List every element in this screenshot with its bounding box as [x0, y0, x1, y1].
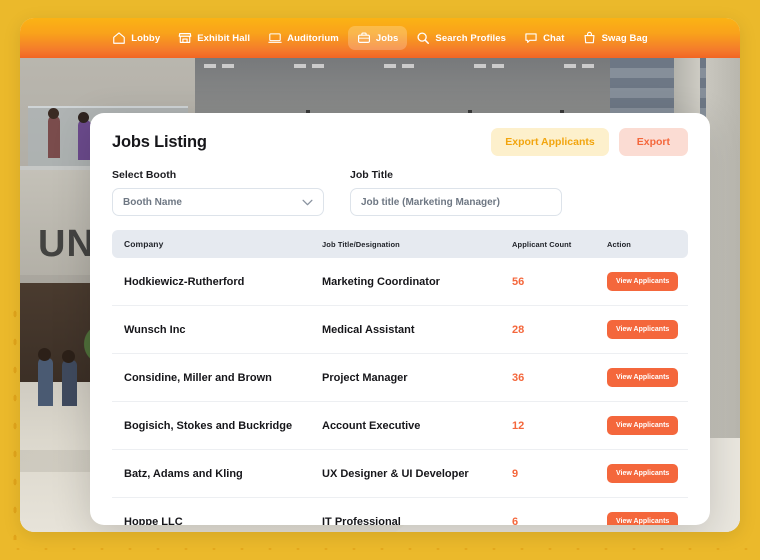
booth-select[interactable]: Booth Name [112, 188, 324, 216]
app-card: Lobby Exhibit Hall Auditorium Jobs Search Pr… [20, 18, 740, 532]
jobs-table: Company Job Title/Designation Applicant … [112, 230, 688, 525]
briefcase-icon [357, 31, 371, 45]
view-applicants-button[interactable]: View Applicants [607, 368, 679, 387]
nav-item-label: Swag Bag [601, 32, 648, 44]
nav-item-auditorium[interactable]: Auditorium [259, 26, 348, 50]
select-booth-label: Select Booth [112, 169, 177, 181]
nav-item-label: Lobby [131, 32, 161, 44]
cell-company: Wunsch Inc [112, 305, 322, 354]
booth-select-value: Booth Name [123, 196, 182, 208]
cell-job-title: Medical Assistant [322, 305, 512, 354]
jobs-table-head: Company Job Title/Designation Applicant … [112, 230, 688, 258]
decorative-dots-left [6, 300, 20, 540]
select-booth-field: Select Booth Booth Name [112, 169, 324, 216]
nav-item-label: Chat [543, 32, 565, 44]
cell-company: Batz, Adams and Kling [112, 449, 322, 498]
cell-job-title: Account Executive [322, 401, 512, 450]
table-row: Hoppe LLC IT Professional 6 View Applicants [112, 498, 688, 526]
nav-item-label: Jobs [375, 32, 399, 44]
view-applicants-button[interactable]: View Applicants [607, 464, 679, 483]
column-header-applicant-count: Applicant Count [512, 239, 572, 249]
nav-item-label: Exhibit Hall [197, 32, 251, 44]
cell-job-title: Marketing Coordinator [322, 258, 512, 306]
chat-bubble-icon [524, 31, 538, 45]
store-icon [178, 31, 192, 45]
table-row: Batz, Adams and Kling UX Designer & UI De… [112, 449, 688, 498]
table-header-row: Company Job Title/Designation Applicant … [112, 230, 688, 258]
jobs-table-body: Hodkiewicz-Rutherford Marketing Coordinat… [112, 258, 688, 525]
cell-job-title: IT Professional [322, 515, 401, 526]
cell-action: View Applicants [607, 498, 688, 525]
view-applicants-button[interactable]: View Applicants [607, 416, 679, 435]
cell-applicant-count: 28 [512, 305, 607, 354]
table-row: Bogisich, Stokes and Buckridge Account Ex… [112, 401, 688, 450]
page-title: Jobs Listing [112, 132, 207, 151]
job-title-input[interactable] [361, 196, 551, 208]
job-title-input-wrap[interactable] [350, 188, 562, 216]
table-row: Considine, Miller and Brown Project Manag… [112, 353, 688, 402]
cell-action: View Applicants [607, 353, 688, 402]
decorative-dots-bottom [0, 540, 760, 554]
header-actions: Export Applicants Export [491, 128, 688, 156]
bag-icon [583, 31, 597, 45]
cell-company: Considine, Miller and Brown [112, 353, 322, 402]
cell-action: View Applicants [607, 305, 688, 354]
export-button[interactable]: Export [618, 128, 688, 156]
job-title-field: Job Title [350, 169, 562, 216]
filter-form: Select Booth Booth Name Job Title [90, 157, 710, 216]
nav-item-label: Search Profiles [435, 32, 507, 44]
modal-header: Jobs Listing Export Applicants Export [90, 113, 710, 157]
nav-item-swag-bag[interactable]: Swag Bag [574, 26, 657, 50]
cell-applicant-count: 6 [512, 515, 519, 526]
export-applicants-button[interactable]: Export Applicants [491, 128, 609, 156]
job-title-label: Job Title [350, 169, 393, 181]
nav-item-jobs[interactable]: Jobs [347, 26, 408, 50]
cell-job-title: Project Manager [322, 353, 512, 402]
nav-item-label: Auditorium [287, 32, 339, 44]
table-row: Hodkiewicz-Rutherford Marketing Coordinat… [112, 258, 688, 306]
view-applicants-button[interactable]: View Applicants [607, 320, 679, 339]
view-applicants-button[interactable]: View Applicants [607, 512, 679, 525]
nav-item-search-profiles[interactable]: Search Profiles [407, 26, 515, 50]
nav-item-lobby[interactable]: Lobby [103, 26, 169, 50]
cell-action: View Applicants [607, 401, 688, 450]
jobs-table-wrap: Company Job Title/Designation Applicant … [90, 216, 710, 525]
nav-item-chat[interactable]: Chat [515, 26, 574, 50]
cell-job-title: UX Designer & UI Developer [322, 449, 512, 498]
cell-applicant-count: 9 [512, 449, 607, 498]
main-navbar: Lobby Exhibit Hall Auditorium Jobs Search Pr… [20, 18, 740, 58]
table-row: Wunsch Inc Medical Assistant 28 View Applic… [112, 305, 688, 354]
column-header-action: Action [607, 239, 631, 249]
column-header-company: Company [124, 239, 164, 249]
cell-company: Hodkiewicz-Rutherford [112, 258, 322, 306]
cell-applicant-count: 56 [512, 258, 607, 306]
cell-action: View Applicants [607, 258, 688, 306]
cell-action: View Applicants [607, 449, 688, 498]
view-applicants-button[interactable]: View Applicants [607, 272, 679, 291]
column-header-job-title: Job Title/Designation [322, 239, 400, 249]
home-icon [112, 31, 126, 45]
chevron-down-icon [302, 199, 313, 206]
search-icon [416, 31, 430, 45]
cell-company: Hoppe LLC [124, 515, 183, 526]
cell-applicant-count: 12 [512, 401, 607, 450]
cell-applicant-count: 36 [512, 353, 607, 402]
cell-company: Bogisich, Stokes and Buckridge [112, 401, 322, 450]
presentation-icon [268, 31, 282, 45]
nav-item-exhibit-hall[interactable]: Exhibit Hall [169, 26, 259, 50]
jobs-listing-modal: Jobs Listing Export Applicants Export Se… [90, 113, 710, 525]
